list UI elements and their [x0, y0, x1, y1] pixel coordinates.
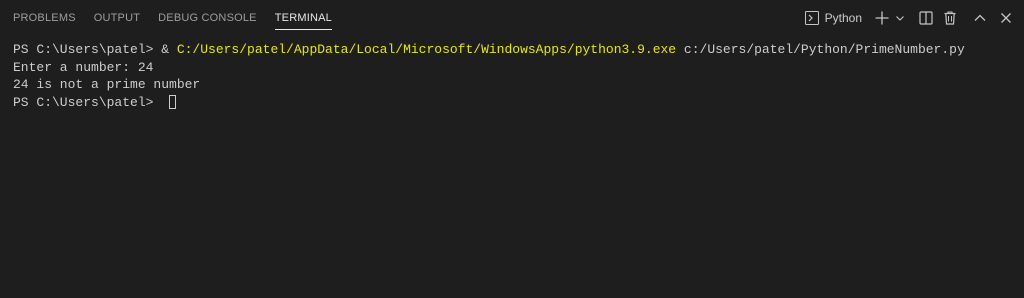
close-panel-button[interactable] [996, 7, 1016, 29]
panel-tabs: PROBLEMS OUTPUT DEBUG CONSOLE TERMINAL [0, 0, 341, 36]
maximize-panel-button[interactable] [970, 7, 990, 29]
terminal-panel: PROBLEMS OUTPUT DEBUG CONSOLE TERMINAL P… [0, 0, 1024, 298]
new-terminal-button[interactable] [872, 7, 892, 29]
terminal-profile-label: Python [824, 11, 862, 25]
terminal-output[interactable]: PS C:\Users\patel> & C:/Users/patel/AppD… [0, 36, 1024, 298]
chevron-down-icon [895, 13, 905, 23]
terminal-icon [804, 10, 820, 26]
tab-output[interactable]: OUTPUT [85, 0, 149, 36]
terminal-profile-button[interactable]: Python [800, 7, 866, 29]
terminal-line-command: PS C:\Users\patel> & C:/Users/patel/AppD… [13, 41, 1011, 59]
launch-profile-button[interactable] [894, 7, 906, 29]
plus-icon [874, 10, 890, 26]
trash-icon [942, 10, 958, 26]
tab-terminal[interactable]: TERMINAL [266, 0, 341, 36]
tab-problems[interactable]: PROBLEMS [4, 0, 85, 36]
chevron-up-icon [972, 10, 988, 26]
terminal-cursor [169, 94, 177, 109]
split-icon [918, 10, 934, 26]
terminal-line-result: 24 is not a prime number [13, 77, 201, 92]
terminal-line-prompt: PS C:\Users\patel> [13, 94, 1011, 112]
tab-debug-console[interactable]: DEBUG CONSOLE [149, 0, 266, 36]
panel-actions: Python [800, 0, 1016, 36]
terminal-prompt: PS C:\Users\patel> & [13, 42, 177, 57]
split-terminal-button[interactable] [916, 7, 936, 29]
script-argument: c:/Users/patel/Python/PrimeNumber.py [676, 42, 965, 57]
terminal-line-input: Enter a number: 24 [13, 59, 154, 75]
kill-terminal-button[interactable] [940, 7, 960, 29]
close-icon [998, 10, 1014, 26]
terminal-prompt: PS C:\Users\patel> [13, 94, 162, 110]
executable-path: C:/Users/patel/AppData/Local/Microsoft/W… [176, 42, 677, 57]
panel-tab-bar: PROBLEMS OUTPUT DEBUG CONSOLE TERMINAL P… [0, 0, 1024, 36]
